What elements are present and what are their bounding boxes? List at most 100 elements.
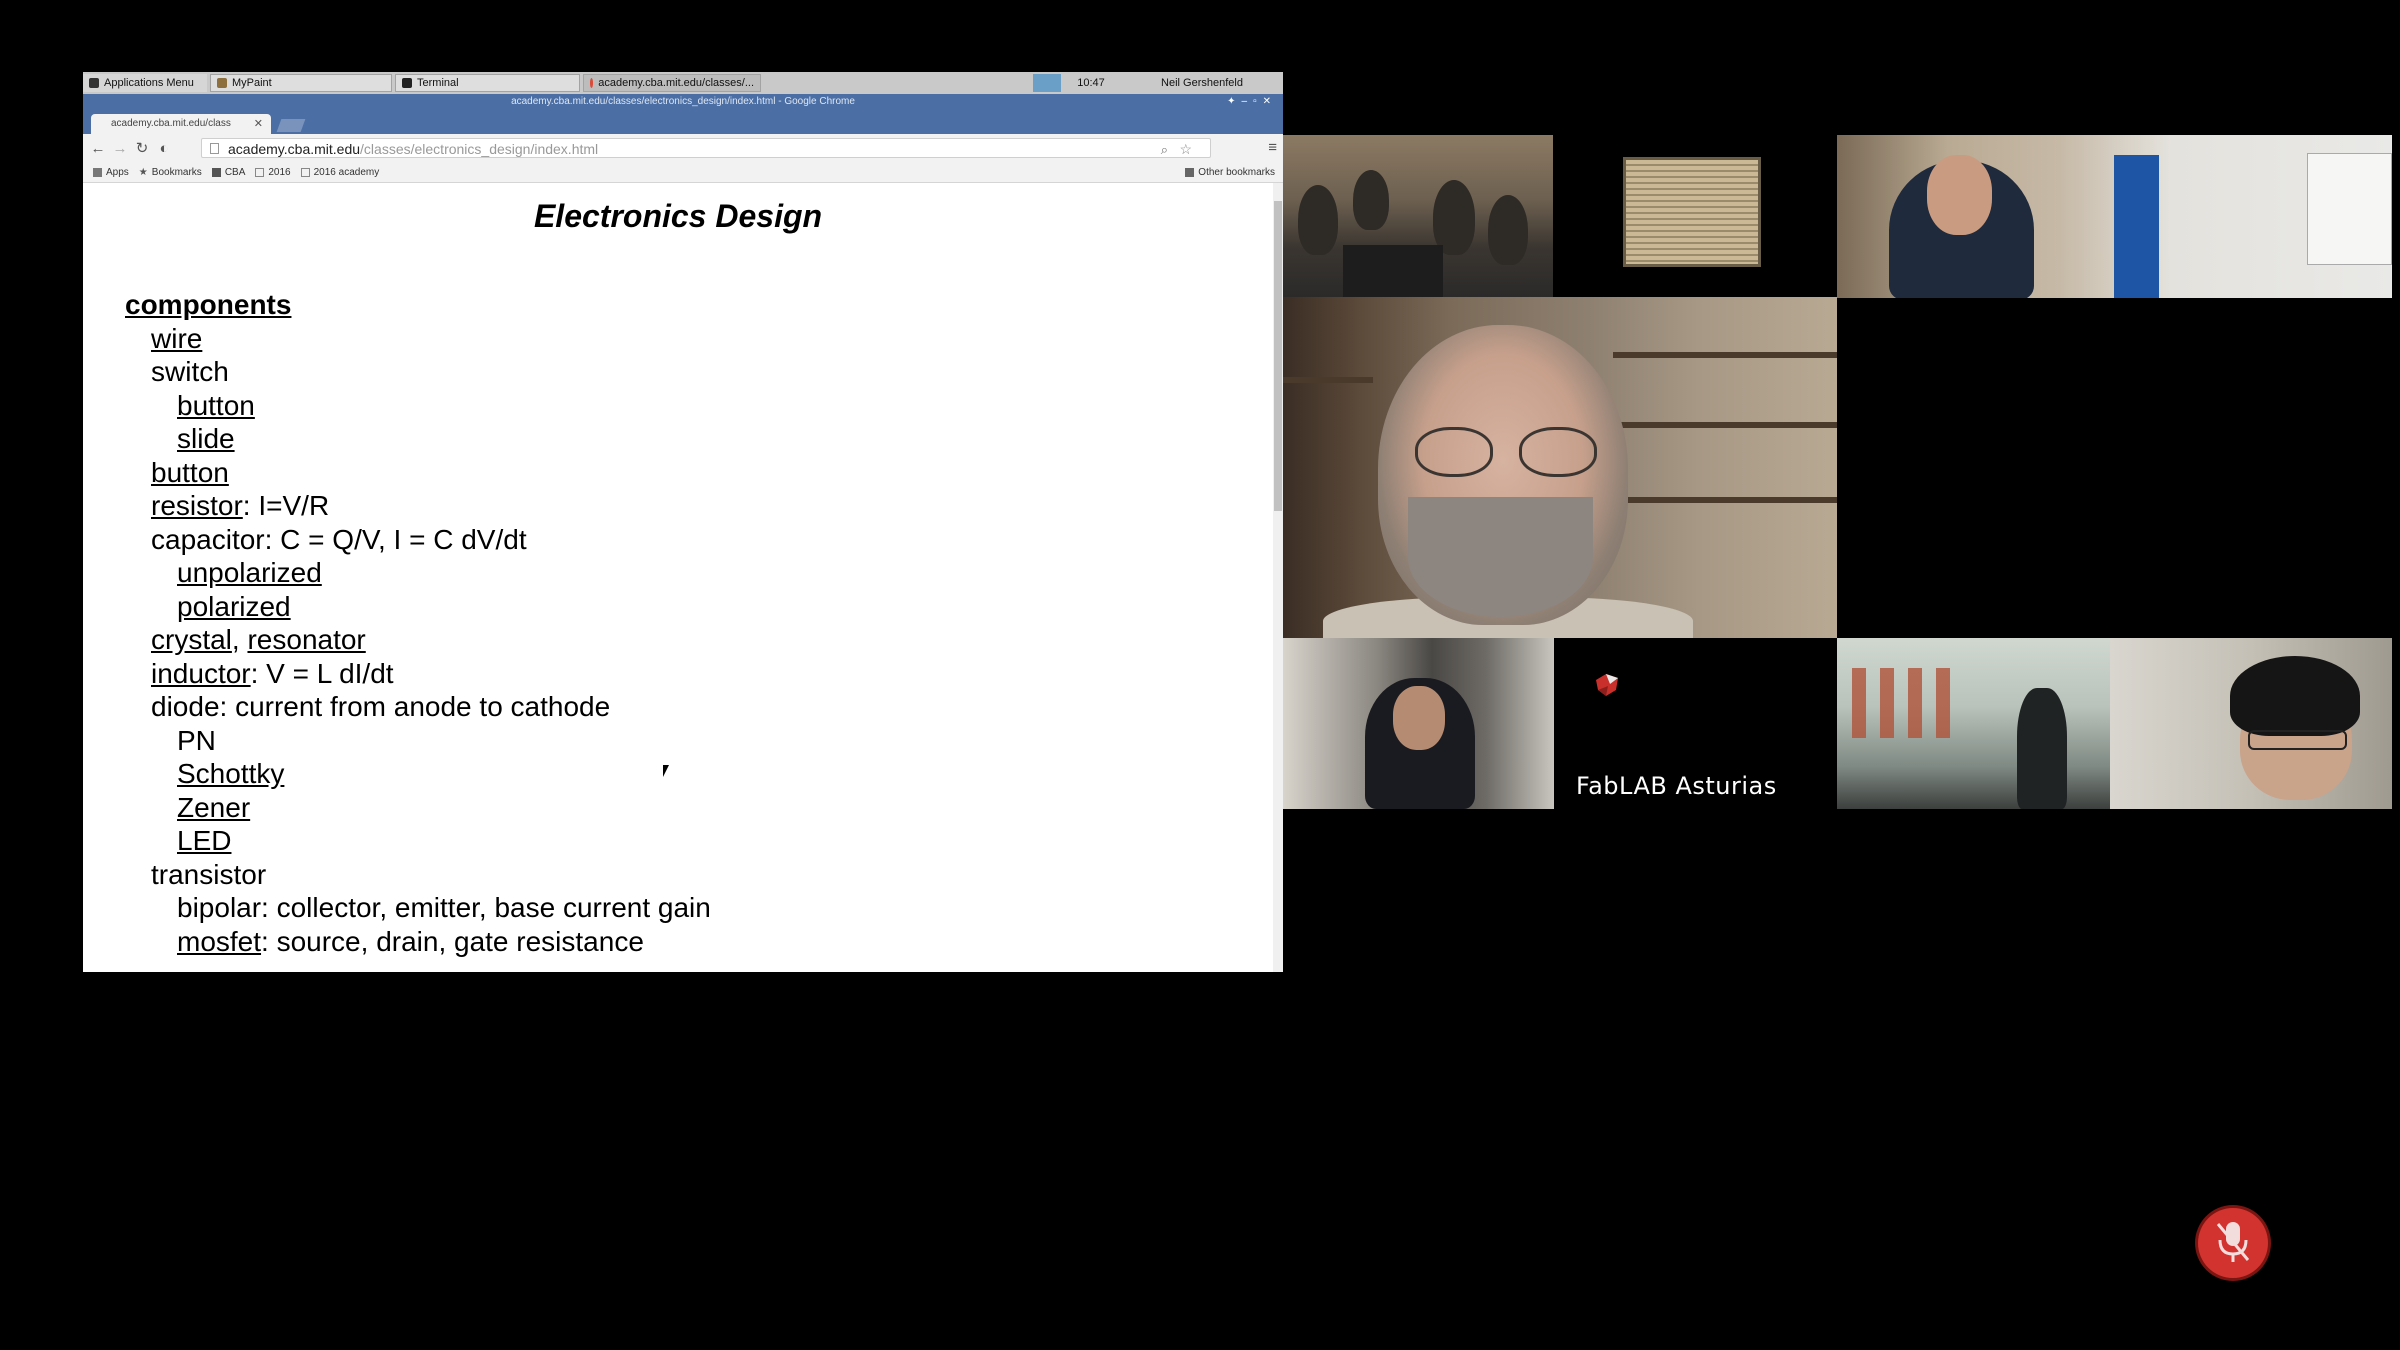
participant-figure — [1488, 195, 1528, 265]
mouse-cursor — [663, 765, 675, 777]
microphone-muted-icon — [2216, 1222, 2250, 1262]
shelf — [1613, 352, 1837, 358]
scrollbar[interactable] — [1273, 183, 1283, 972]
zoom-icon[interactable]: ⌕ — [1161, 140, 1168, 160]
other-bookmarks[interactable]: Other bookmarks — [1185, 167, 1275, 178]
tab-strip: academy.cba.mit.edu/class ✕ — [83, 110, 1283, 134]
outline-item: transistor — [125, 858, 711, 892]
outline-item: Zener — [125, 791, 711, 825]
new-tab-button[interactable] — [276, 119, 306, 132]
outline-text: : V = L dI/dt — [250, 657, 394, 689]
bookmark-label: 2016 academy — [313, 166, 380, 178]
applications-menu[interactable]: Applications Menu — [83, 74, 207, 92]
tab-active[interactable]: academy.cba.mit.edu/class ✕ — [91, 114, 271, 134]
participant-name-label: FabLAB Asturias — [1576, 772, 1777, 800]
video-tile-main-speaker[interactable] — [1283, 297, 1837, 638]
bookmark-cba[interactable]: CBA — [211, 166, 246, 178]
fablab-logo-icon — [1596, 674, 1618, 696]
outline-item: components — [125, 288, 711, 322]
outline-link[interactable]: slide — [177, 423, 235, 454]
outline-link[interactable]: resonator — [247, 624, 365, 655]
shared-screen: Applications Menu MyPaint Terminal acade… — [83, 72, 1283, 972]
back-icon[interactable]: ← — [87, 140, 109, 157]
taskbar: Applications Menu MyPaint Terminal acade… — [83, 72, 1283, 95]
bookmark-apps[interactable]: Apps — [93, 167, 129, 178]
participant-face — [1927, 155, 1992, 235]
url-host: academy.cba.mit.edu — [228, 141, 361, 157]
reload-icon[interactable]: ↻ — [131, 139, 153, 157]
outline-item: PN — [125, 724, 711, 758]
outline-link[interactable]: polarized — [177, 591, 291, 622]
outline-link[interactable]: mosfet — [177, 926, 261, 957]
outline-link[interactable]: unpolarized — [177, 557, 322, 588]
video-tile-window-blinds[interactable] — [1553, 135, 1837, 297]
bookmarks-bar: Apps ★ Bookmarks CBA 2016 2016 academy Ot… — [83, 162, 1283, 183]
outline-text: : source, drain, gate resistance — [261, 925, 644, 957]
video-tile-fablab-asturias[interactable]: FabLAB Asturias — [1554, 638, 1837, 809]
bookmark-label: Apps — [106, 166, 129, 178]
blue-door — [2114, 155, 2159, 298]
user-name[interactable]: Neil Gershenfeld — [1121, 77, 1283, 89]
page-content: Electronics Design components wire switch b… — [83, 183, 1273, 972]
participant-face — [1393, 686, 1445, 750]
tab-close-icon[interactable]: ✕ — [254, 114, 263, 134]
forward-icon[interactable]: → — [109, 140, 131, 157]
grid-icon — [211, 167, 221, 177]
outline-link[interactable]: components — [125, 289, 291, 320]
window-title: academy.cba.mit.edu/classes/electronics_… — [511, 96, 855, 107]
menu-icon[interactable]: ≡ — [1268, 139, 1277, 156]
scrollbar-thumb[interactable] — [1274, 201, 1282, 511]
video-tile-office[interactable] — [1837, 135, 2392, 298]
speaker-beard — [1408, 497, 1593, 617]
components-outline: components wire switch button slide button res… — [125, 288, 711, 958]
folder-icon — [1185, 167, 1195, 177]
outline-link[interactable]: Schottky — [177, 758, 284, 789]
mute-button[interactable] — [2198, 1208, 2268, 1278]
speaker-glasses — [1415, 427, 1605, 477]
bookmark-label: Bookmarks — [151, 166, 202, 178]
window-controls[interactable]: ✦–▫✕ — [1227, 94, 1277, 110]
task-mypaint[interactable]: MyPaint — [210, 74, 392, 92]
monitor — [1343, 245, 1443, 297]
outline-item: capacitor: C = Q/V, I = C dV/dt — [125, 523, 711, 557]
outline-link[interactable]: LED — [177, 825, 231, 856]
page-icon — [300, 167, 310, 177]
outline-text: transistor — [151, 858, 267, 890]
bookmark-label: CBA — [224, 166, 246, 178]
participant-figure — [2017, 688, 2067, 809]
clock: 10:47 — [1077, 77, 1105, 89]
video-tile-participant-glasses[interactable] — [2110, 638, 2392, 809]
outline-link[interactable]: resistor — [151, 490, 243, 521]
participant-figure — [1353, 170, 1389, 230]
outline-text: PN — [177, 724, 216, 756]
chrome-icon — [590, 78, 594, 88]
bookmark-2016-academy[interactable]: 2016 academy — [300, 166, 380, 178]
participant-figure — [1298, 185, 1338, 255]
outline-item: LED — [125, 824, 711, 858]
network-icon[interactable] — [1033, 74, 1061, 92]
outline-item: button — [125, 389, 711, 423]
outline-link[interactable]: inductor — [151, 658, 251, 689]
outline-link[interactable]: Zener — [177, 792, 250, 823]
bookmark-2016[interactable]: 2016 — [255, 167, 291, 178]
video-tile-classroom[interactable] — [1283, 135, 1553, 297]
extension-icon[interactable]: ◐ — [153, 140, 175, 157]
address-bar[interactable]: academy.cba.mit.edu/classes/electronics_… — [201, 138, 1211, 158]
participant-hair — [2230, 656, 2360, 736]
outline-item: mosfet: source, drain, gate resistance — [125, 925, 711, 959]
outline-link[interactable]: button — [177, 390, 255, 421]
video-tile-workshop[interactable] — [1837, 638, 2110, 809]
outline-text: bipolar: collector, emitter, base curren… — [177, 892, 711, 923]
task-terminal[interactable]: Terminal — [395, 74, 580, 92]
bookmark-bookmarks[interactable]: ★ Bookmarks — [139, 167, 202, 178]
task-browser[interactable]: academy.cba.mit.edu/classes/... — [583, 74, 761, 92]
video-tile-lab[interactable] — [1283, 638, 1554, 809]
bookmark-star-icon[interactable]: ☆ — [1179, 139, 1192, 159]
outline-text: diode: current from anode to cathode — [151, 691, 611, 722]
outline-link[interactable]: wire — [151, 323, 202, 354]
outline-link[interactable]: crystal — [151, 624, 232, 655]
outline-link[interactable]: button — [151, 457, 229, 488]
mypaint-icon — [217, 78, 227, 88]
outline-item: inductor: V = L dI/dt — [125, 657, 711, 691]
task-label: Terminal — [417, 77, 459, 89]
